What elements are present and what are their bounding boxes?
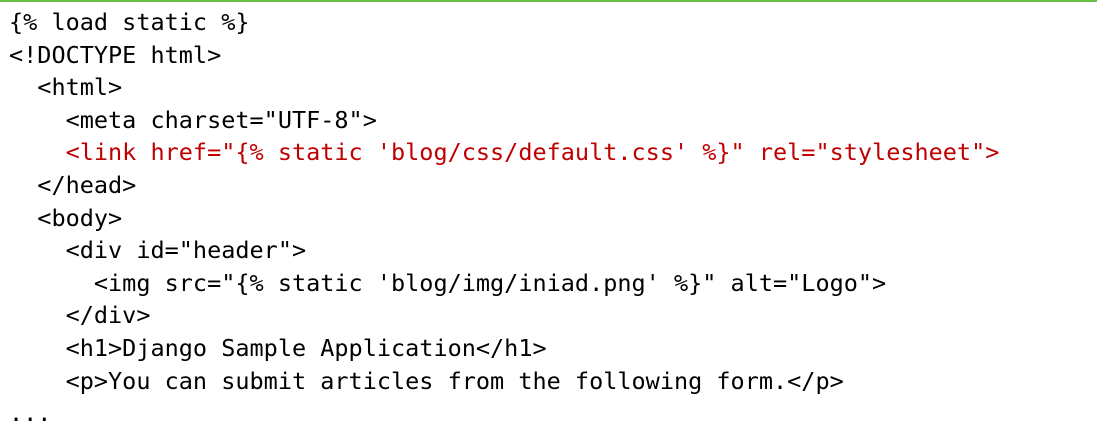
code-line: <h1>Django Sample Application</h1> (9, 333, 547, 362)
code-line: <p>You can submit articles from the foll… (9, 366, 844, 395)
code-line: <meta charset="UTF-8"> (9, 105, 377, 134)
code-line: <div id="header"> (9, 236, 307, 265)
code-line: <img src="{% static 'blog/img/iniad.png'… (9, 268, 887, 297)
code-line: <body> (9, 203, 123, 232)
code-line: <!DOCTYPE html> (9, 40, 222, 69)
code-line: <html> (9, 73, 123, 102)
code-line-ellipsis: ... (9, 399, 52, 428)
code-snippet-panel: {% load static %} <!DOCTYPE html> <html>… (0, 0, 1097, 439)
code-block: {% load static %} <!DOCTYPE html> <html>… (9, 6, 999, 430)
code-line-highlighted: <link href="{% static 'blog/css/default.… (9, 138, 1000, 167)
code-line: </head> (9, 170, 137, 199)
code-line: {% load static %} (9, 8, 250, 36)
code-line: </div> (9, 301, 151, 330)
